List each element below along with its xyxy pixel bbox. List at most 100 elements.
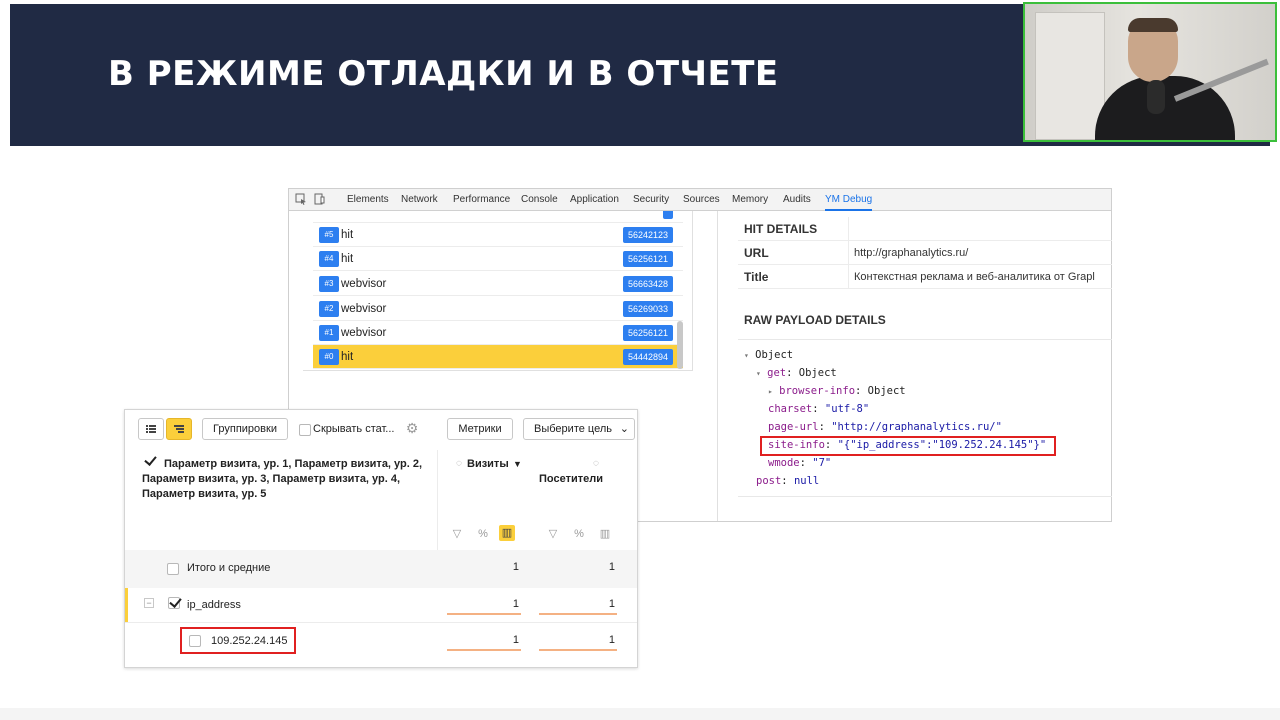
goal-select[interactable]: Выберите цель ⌄	[523, 418, 635, 440]
row-label: Итого и средние	[187, 562, 271, 574]
payload-key: charset	[768, 403, 813, 415]
payload-browser-info-node[interactable]: ▸ browser-info: Object	[768, 385, 906, 397]
hit-details-title: HIT DETAILS	[744, 222, 818, 236]
sort-desc-icon[interactable]: ▼	[513, 457, 522, 472]
hit-type: webvisor	[341, 303, 387, 315]
payload-get-node[interactable]: ▾ get: Object	[756, 367, 837, 379]
hide-stats-checkbox[interactable]	[299, 424, 311, 436]
hit-row[interactable]: #3 webvisor 56663428	[313, 272, 683, 296]
hit-number: #1	[319, 325, 339, 341]
tab-ym-debug[interactable]: YM Debug	[825, 189, 873, 211]
hit-details-panel: HIT DETAILS URL http://graphanalytics.ru…	[717, 211, 1112, 521]
tab-network[interactable]: Network	[401, 189, 438, 211]
detail-value: http://graphanalytics.ru/	[854, 247, 969, 259]
expand-arrow-icon[interactable]: ▾	[744, 351, 749, 360]
list-view-button[interactable]	[138, 418, 164, 440]
tree-view-button[interactable]	[166, 418, 192, 440]
metrics-button[interactable]: Метрики	[447, 418, 513, 440]
goal-select-label: Выберите цель	[534, 423, 612, 435]
tab-elements[interactable]: Elements	[347, 189, 389, 211]
row-visits: 1	[512, 561, 519, 573]
row-visitors: 1	[608, 634, 615, 646]
hit-id: 56256121	[622, 251, 673, 267]
chevron-down-icon: ⌄	[619, 423, 629, 435]
row-visits: 1	[512, 598, 519, 610]
hit-id-partial: ​	[663, 211, 673, 219]
table-row[interactable]: − ip_address 1 1	[125, 588, 637, 622]
row-checkbox[interactable]	[167, 563, 179, 575]
hits-scrollbar[interactable]	[677, 321, 683, 369]
bar-chart-icon[interactable]: ▥	[597, 526, 613, 542]
tab-performance[interactable]: Performance	[453, 189, 510, 211]
dimension-header: Параметр визита, ур. 1, Параметр визита,…	[142, 458, 423, 500]
device-toolbar-icon[interactable]	[313, 193, 325, 205]
hit-row[interactable]: #4 hit 56256121	[313, 247, 683, 271]
hit-number: #4	[319, 251, 339, 267]
tab-console[interactable]: Console	[521, 189, 558, 211]
payload-wmode: wmode: "7"	[768, 457, 832, 469]
site-info-highlight-box	[760, 436, 1056, 456]
detail-row-title: Title Контекстная реклама и веб-аналитик…	[738, 265, 1112, 289]
groupings-button[interactable]: Группировки	[202, 418, 288, 440]
filter-icon[interactable]: ▽	[449, 526, 465, 542]
hit-type: hit	[341, 253, 354, 265]
payload-value: null	[793, 475, 820, 487]
hit-row[interactable]: #1 webvisor 56256121	[313, 321, 683, 345]
row-visitors: 1	[608, 598, 615, 610]
tab-sources[interactable]: Sources	[683, 189, 720, 211]
tab-audits[interactable]: Audits	[783, 189, 811, 211]
payload-key: post	[756, 475, 782, 487]
expand-arrow-icon[interactable]: ▾	[756, 369, 761, 378]
row-visitors: 1	[608, 561, 615, 573]
payload-post: post: null	[756, 475, 820, 487]
webcam-door	[1035, 12, 1105, 140]
column-divider	[437, 450, 438, 550]
row-label: ip_address	[187, 599, 241, 611]
gear-icon[interactable]: ⚙	[404, 420, 420, 436]
filter-icon[interactable]: ▽	[545, 526, 561, 542]
inspect-element-icon[interactable]	[295, 193, 307, 205]
percent-icon[interactable]: %	[475, 526, 491, 542]
column-visits[interactable]: Визиты	[467, 457, 509, 472]
tab-application[interactable]: Application	[570, 189, 619, 211]
payload-value: Object	[798, 367, 837, 379]
hit-type: hit	[341, 229, 354, 241]
slide-title: В РЕЖИМЕ ОТЛАДКИ И В ОТЧЕТЕ	[108, 54, 779, 94]
hit-type: webvisor	[341, 278, 387, 290]
payload-value: "7"	[812, 457, 832, 469]
payload-page-url: page-url: "http://graphanalytics.ru/"	[768, 421, 1002, 433]
collapse-icon[interactable]: −	[144, 598, 154, 608]
detail-key: Title	[744, 270, 769, 284]
row-checkbox[interactable]	[168, 597, 180, 609]
payload-value: Object	[867, 385, 906, 397]
table-row-totals: Итого и средние 1 1	[125, 550, 637, 588]
hit-id: 54442894	[622, 349, 673, 365]
tab-security[interactable]: Security	[633, 189, 669, 211]
hit-id: 56256121	[622, 325, 673, 341]
payload-key: page-url	[768, 421, 819, 433]
hit-row[interactable]: #5 hit 56242123	[313, 223, 683, 247]
column-divider	[848, 265, 849, 289]
hit-row-partial[interactable]: ​	[313, 211, 683, 223]
hit-row[interactable]: #2 webvisor 56269033	[313, 297, 683, 321]
row-visits: 1	[512, 634, 519, 646]
raw-payload-title: RAW PAYLOAD DETAILS	[744, 313, 886, 327]
info-circle-icon[interactable]: ◌	[588, 456, 604, 472]
hide-stats-label: Скрывать стат...	[313, 423, 395, 435]
percent-icon[interactable]: %	[571, 526, 587, 542]
bottom-strip	[0, 708, 1280, 720]
payload-object-node[interactable]: ▾ Object	[744, 349, 793, 361]
tab-memory[interactable]: Memory	[732, 189, 768, 211]
column-visitors[interactable]: Посетители	[539, 472, 603, 487]
hit-row-selected[interactable]: #0 hit 54442894	[313, 345, 683, 369]
visitors-bar	[539, 613, 617, 615]
devtools-toolbar: Elements Network Performance Console App…	[289, 189, 1111, 211]
hit-number: #2	[319, 301, 339, 317]
raw-payload-tree	[738, 339, 1112, 497]
collapse-arrow-icon[interactable]: ▸	[768, 387, 773, 396]
visits-bar	[447, 613, 521, 615]
bar-chart-icon[interactable]: ▥	[499, 525, 515, 541]
info-circle-icon[interactable]: ◌	[451, 456, 467, 472]
visitors-bar	[539, 649, 617, 651]
hits-list: ​ #5 hit 56242123 #4 hit 56256121 #3 web…	[303, 211, 693, 371]
